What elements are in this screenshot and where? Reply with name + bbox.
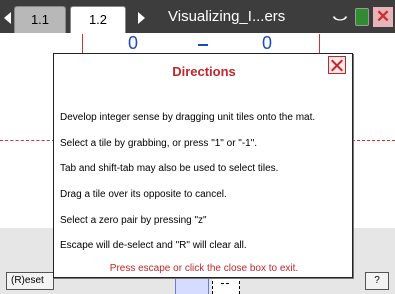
dialog-footer: Press escape or click the close box to e…	[109, 263, 299, 274]
positive-tile[interactable]	[175, 276, 209, 294]
negative-tile-mark	[221, 283, 229, 284]
right-value: 0	[262, 33, 273, 53]
direction-line: Select a zero pair by pressing "z"	[60, 215, 207, 226]
document-title[interactable]: Visualizing_I...ers	[168, 6, 285, 28]
tab-1-1[interactable]: 1.1	[14, 6, 66, 33]
direction-line: Develop integer sense by dragging unit t…	[60, 112, 316, 123]
left-value: 0	[128, 33, 139, 53]
direction-line: Escape will de-select and "R" will clear…	[60, 240, 247, 251]
close-document-button[interactable]: ✕	[373, 7, 393, 27]
direction-line: Select a tile by grabbing, or press "1" …	[60, 138, 258, 149]
next-page-arrow-icon[interactable]	[138, 12, 145, 24]
negative-tile[interactable]	[212, 276, 240, 294]
dialog-title: Directions	[172, 64, 236, 79]
equals-sign	[198, 44, 208, 49]
previous-page-arrow-icon[interactable]	[4, 12, 11, 24]
close-box-icon[interactable]	[328, 56, 346, 74]
tab-1-2[interactable]: 1.2	[70, 6, 126, 33]
battery-icon	[355, 8, 369, 26]
mat-divider-right	[352, 140, 395, 141]
reset-button[interactable]: (R)eset	[6, 272, 54, 290]
directions-dialog: Directions Develop integer sense by drag…	[53, 53, 353, 278]
direction-line: Tab and shift-tab may also be used to se…	[60, 163, 279, 174]
mat-divider-left	[0, 140, 55, 141]
tab-bar: 1.1 1.2 Visualizing_I...ers ✕	[0, 0, 395, 33]
chevron-down-icon[interactable]	[333, 16, 347, 21]
direction-line: Drag a tile over its opposite to cancel.	[60, 189, 227, 200]
help-button[interactable]: ?	[365, 272, 389, 290]
